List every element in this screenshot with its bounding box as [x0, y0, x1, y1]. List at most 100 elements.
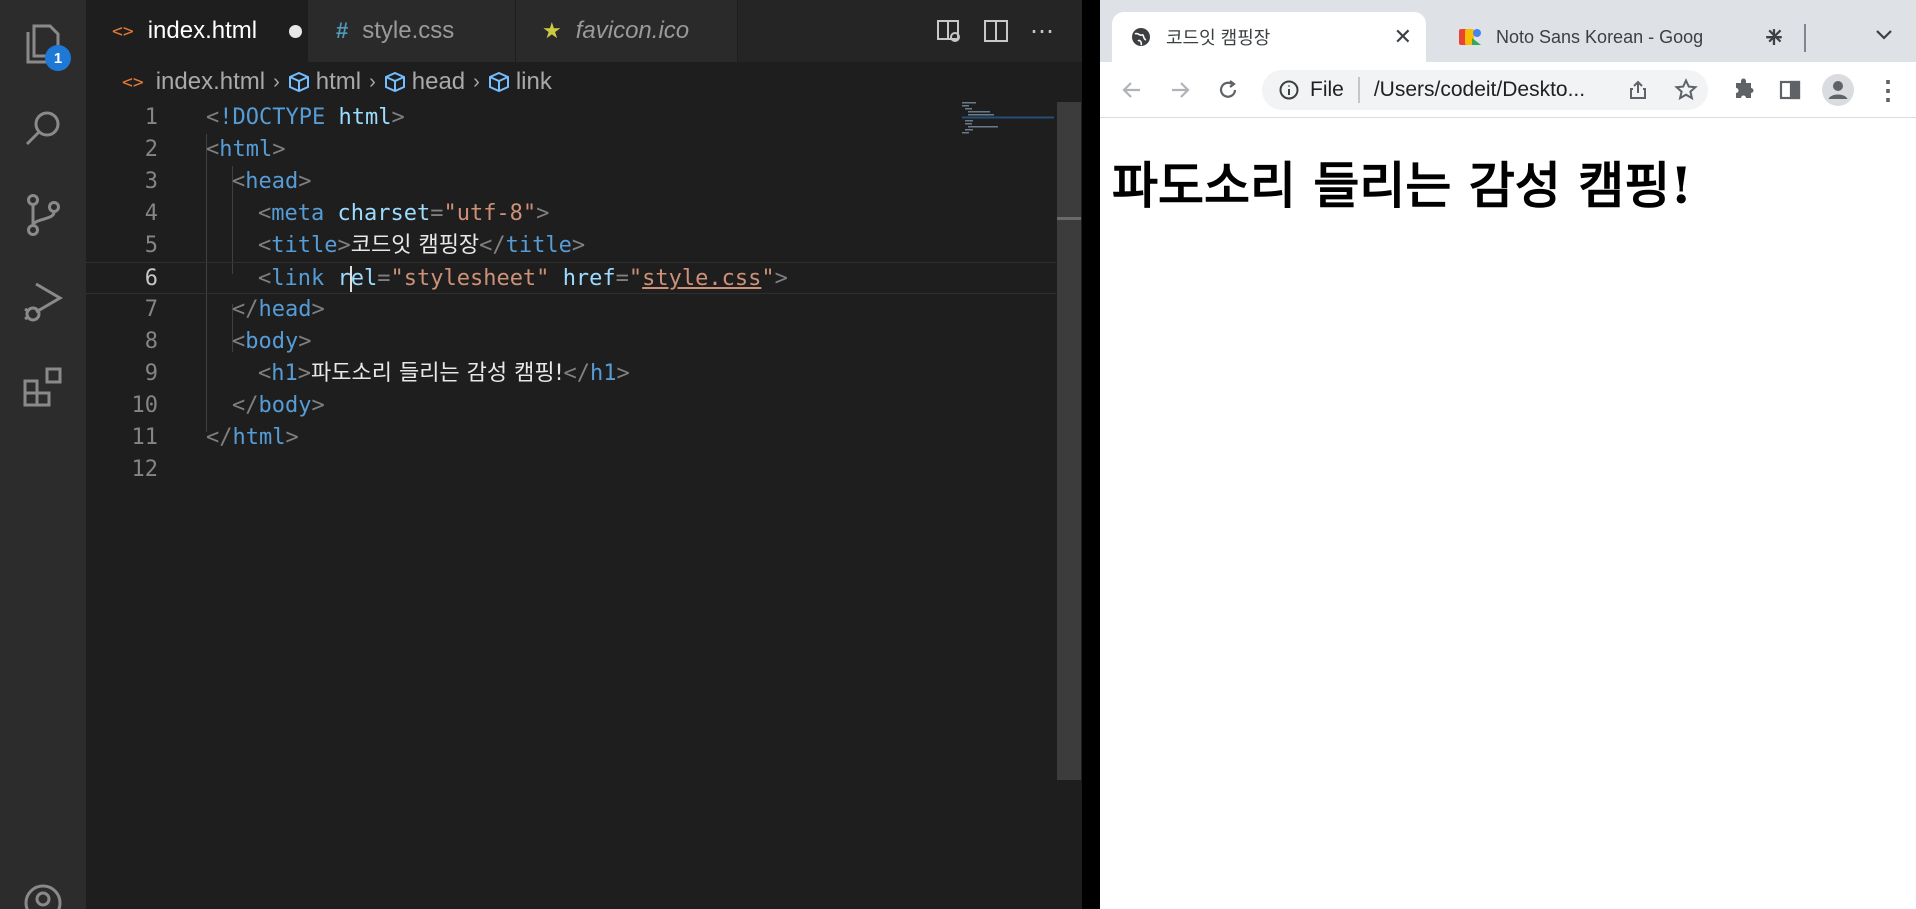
- tab-label: favicon.ico: [575, 17, 690, 44]
- globe-icon: [1132, 28, 1150, 46]
- forward-button[interactable]: [1162, 72, 1198, 108]
- code-token: h1: [271, 361, 298, 386]
- code-token: "utf-8": [443, 201, 537, 226]
- run-debug-button[interactable]: [0, 258, 86, 344]
- chevron-right-icon: ›: [369, 70, 376, 93]
- code-token: ": [761, 266, 775, 291]
- explorer-badge: 1: [45, 45, 71, 71]
- breadcrumb-item[interactable]: head: [412, 68, 465, 96]
- web-page-content: 파도소리 들리는 감성 캠핑!: [1100, 118, 1916, 909]
- code-line[interactable]: 1 <!DOCTYPE html>: [86, 102, 1056, 134]
- window-divider: [1082, 0, 1100, 909]
- code-token: html: [232, 425, 286, 450]
- share-button[interactable]: [1620, 72, 1656, 108]
- element-icon: [288, 71, 309, 93]
- element-icon: [488, 71, 509, 93]
- code-line[interactable]: 10 </body>: [86, 390, 1056, 422]
- element-icon: [384, 71, 405, 93]
- line-number: 7: [144, 297, 158, 322]
- bookmark-button[interactable]: [1668, 72, 1704, 108]
- line-number: 2: [144, 137, 158, 162]
- reload-button[interactable]: [1210, 72, 1246, 108]
- code-line[interactable]: 8 <body>: [86, 326, 1056, 358]
- code-token: href: [562, 266, 616, 291]
- open-preview-button[interactable]: [932, 14, 966, 48]
- source-control-icon: [27, 194, 60, 236]
- breadcrumb-item[interactable]: link: [516, 68, 552, 96]
- accounts-button[interactable]: [0, 860, 86, 909]
- page-heading: 파도소리 들리는 감성 캠핑!: [1112, 156, 1693, 215]
- code-token: "stylesheet": [390, 266, 550, 291]
- share-icon: [1630, 80, 1646, 99]
- explorer-button[interactable]: 1: [0, 0, 86, 86]
- code-line[interactable]: 4 <meta charset="utf-8">: [86, 198, 1056, 230]
- side-panel-button[interactable]: [1772, 72, 1808, 108]
- code-token: r: [337, 266, 351, 291]
- code-line[interactable]: 5 <title>코드잇 캠핑장</title>: [86, 230, 1056, 262]
- browser-tab-strip: 코드잇 캠핑장 ✕ Noto Sans Korean - Goog ✕ +: [1100, 0, 1916, 62]
- omnibox-separator: [1357, 77, 1360, 103]
- activity-bar: 1: [0, 0, 86, 909]
- scrollbar-cursor-marker: [1057, 217, 1081, 220]
- tab-index-html[interactable]: <> index.html: [86, 0, 308, 62]
- extensions-button[interactable]: [0, 344, 86, 430]
- menu-kebab-icon[interactable]: ⋮: [1870, 72, 1906, 108]
- code-link[interactable]: style.css: [642, 266, 761, 291]
- extensions-button[interactable]: [1726, 72, 1762, 108]
- code-line[interactable]: 7 </head>: [86, 294, 1056, 326]
- reload-icon: [1219, 80, 1237, 98]
- tab-style-css[interactable]: # style.css: [308, 0, 516, 62]
- chevron-down-icon[interactable]: [1874, 28, 1894, 42]
- code-token: head: [258, 297, 312, 322]
- html-file-icon: <>: [122, 71, 144, 93]
- browser-window: 코드잇 캠핑장 ✕ Noto Sans Korean - Goog ✕ + Fi: [1100, 0, 1916, 909]
- tab-favicon-ico[interactable]: ★ favicon.ico: [516, 0, 738, 62]
- code-editor[interactable]: 1 <!DOCTYPE html> 2 <html> 3 <head> 4 <m…: [86, 102, 1056, 909]
- code-line[interactable]: 2 <html>: [86, 134, 1056, 166]
- code-token: link: [271, 266, 325, 291]
- account-icon: [24, 884, 62, 909]
- more-actions-icon[interactable]: ⋯: [1026, 14, 1060, 48]
- breadcrumb-item[interactable]: index.html: [156, 68, 265, 96]
- favicon-file-icon: ★: [542, 18, 562, 43]
- code-token: charset: [337, 201, 431, 226]
- extensions-icon: [23, 367, 62, 407]
- minimap[interactable]: [962, 102, 1054, 142]
- code-token: 코드잇 캠핑장: [350, 233, 480, 258]
- code-line[interactable]: 12: [86, 454, 1056, 486]
- close-tab-icon[interactable]: ✕: [1394, 24, 1412, 50]
- profile-button[interactable]: [1820, 72, 1856, 108]
- url-text[interactable]: /Users/codeit/Deskto...: [1374, 78, 1585, 102]
- scheme-label: File: [1310, 78, 1344, 101]
- html-file-icon: <>: [112, 20, 134, 42]
- info-icon[interactable]: [1278, 79, 1300, 101]
- run-debug-icon: [24, 282, 63, 322]
- search-icon: [25, 111, 60, 146]
- arrow-left-icon: [1122, 82, 1140, 98]
- code-token: html: [338, 105, 392, 130]
- unsaved-dot-icon[interactable]: [289, 24, 303, 38]
- browser-tab-active[interactable]: 코드잇 캠핑장 ✕: [1112, 12, 1426, 62]
- code-token: body: [258, 393, 312, 418]
- editor-scrollbar[interactable]: [1057, 102, 1081, 780]
- code-line[interactable]: 3 <head>: [86, 166, 1056, 198]
- source-control-button[interactable]: [0, 172, 86, 258]
- google-fonts-icon: [1459, 29, 1481, 45]
- new-tab-icon[interactable]: +: [1754, 19, 1794, 55]
- code-line[interactable]: 9 <h1>파도소리 들리는 감성 캠핑!</h1>: [86, 358, 1056, 390]
- code-token: ": [628, 266, 643, 291]
- puzzle-icon: [1736, 78, 1754, 98]
- search-button[interactable]: [0, 86, 86, 172]
- tab-label: style.css: [362, 17, 455, 44]
- code-line-active[interactable]: 6 <link rel="stylesheet" href="style.css…: [86, 262, 1056, 294]
- code-token: body: [245, 329, 299, 354]
- star-icon: [1674, 78, 1698, 101]
- code-token: title: [505, 233, 572, 258]
- code-line[interactable]: 11 </html>: [86, 422, 1056, 454]
- code-token: el: [350, 266, 378, 291]
- breadcrumb-item[interactable]: html: [316, 68, 361, 96]
- line-number: 12: [131, 457, 159, 482]
- split-editor-button[interactable]: [979, 14, 1013, 48]
- back-button[interactable]: [1114, 72, 1150, 108]
- browser-toolbar: File /Users/codeit/Deskto... ⋮: [1100, 62, 1916, 118]
